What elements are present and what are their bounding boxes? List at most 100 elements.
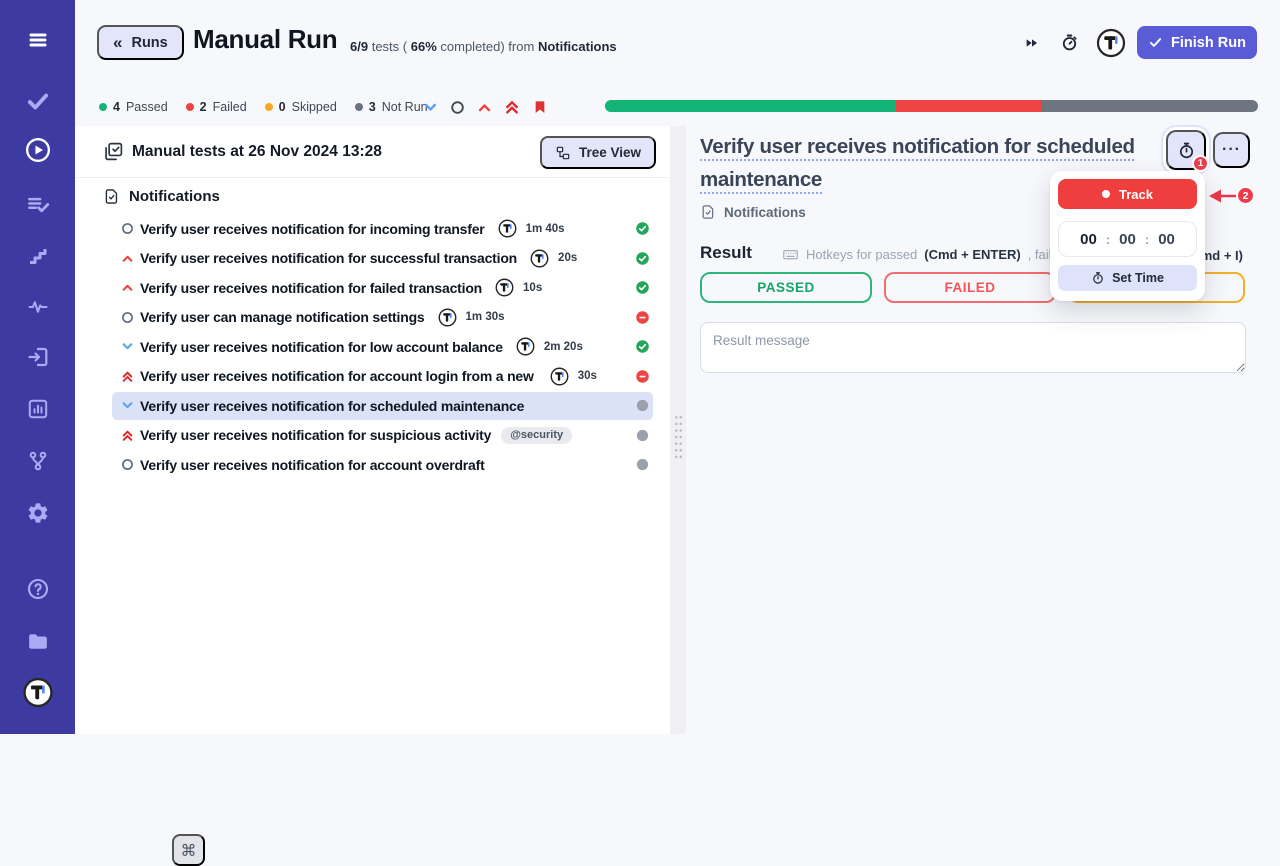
more-options-button[interactable]: ···: [1213, 132, 1250, 168]
test-duration: 1m 30s: [466, 311, 505, 323]
test-row-selected[interactable]: Verify user receives notification for sc…: [75, 391, 670, 421]
filter-priority-low-icon[interactable]: [423, 100, 438, 115]
test-title: Verify user receives notification for su…: [140, 250, 517, 266]
test-row[interactable]: Verify user can manage notification sett…: [75, 303, 670, 333]
panel-resize-divider[interactable]: [670, 126, 686, 734]
sidebar-item-branches[interactable]: [26, 449, 50, 473]
counter-failed[interactable]: 2 Failed: [186, 100, 247, 114]
test-row[interactable]: Verify user receives notification for lo…: [75, 332, 670, 362]
filter-bookmark-icon[interactable]: [532, 99, 548, 115]
run-panel-title: Manual tests at 26 Nov 2024 13:28: [132, 143, 382, 161]
record-dot-icon: [1102, 190, 1110, 198]
bar-chart-icon: [26, 397, 50, 421]
run-panel-header: Manual tests at 26 Nov 2024 13:28 Tree V…: [75, 126, 670, 178]
detail-suite-name: Notifications: [724, 205, 806, 220]
failed-label: Failed: [213, 100, 247, 114]
sidebar-item-pulse[interactable]: [26, 294, 50, 318]
notrun-count: 3: [369, 100, 376, 114]
keyboard-icon: [782, 246, 799, 263]
sidebar-item-analytics[interactable]: [26, 397, 50, 421]
stats-text: tests (: [372, 39, 407, 54]
sidebar-item-import[interactable]: [26, 345, 50, 369]
page-title: Manual Run: [193, 24, 337, 55]
failed-button[interactable]: FAILED: [884, 272, 1056, 303]
tree-view-button[interactable]: Tree View: [540, 136, 656, 169]
skipped-label: Skipped: [292, 100, 337, 114]
counter-passed[interactable]: 4 Passed: [99, 100, 168, 114]
timer-popup: Track 00 : 00 : 00 Set Time: [1050, 171, 1205, 301]
counter-skipped[interactable]: 0 Skipped: [265, 100, 337, 114]
skipped-dot-icon: [265, 103, 273, 111]
brand-logo-icon[interactable]: [22, 677, 53, 708]
hotkeys-text: Hotkeys for passed: [806, 247, 917, 262]
progress-notrun-segment: [1041, 100, 1258, 112]
time-minutes[interactable]: 00: [1119, 231, 1136, 248]
filter-priority-none-icon[interactable]: [450, 100, 465, 115]
track-button[interactable]: Track: [1058, 179, 1197, 209]
drag-handle-icon: [674, 414, 683, 460]
notrun-label: Not Run: [382, 100, 428, 114]
filter-priority-highest-icon[interactable]: [504, 99, 520, 115]
sidebar-item-steps[interactable]: [26, 243, 50, 267]
clipboard-check-icon: [103, 141, 124, 162]
passed-label: Passed: [126, 100, 168, 114]
finish-run-button[interactable]: Finish Run: [1137, 26, 1257, 59]
progress-failed-segment: [896, 100, 1041, 112]
priority-high-icon: [121, 281, 134, 294]
test-duration: 30s: [578, 370, 597, 382]
hotkeys-hint: Hotkeys for passed (Cmd + ENTER) , faile…: [782, 246, 1066, 263]
testomat-logo-icon: [438, 308, 457, 327]
timer-history-icon[interactable]: [1060, 33, 1079, 52]
test-row[interactable]: Verify user receives notification for in…: [75, 214, 670, 244]
sidebar-item-help[interactable]: [26, 577, 50, 601]
test-title: Verify user receives notification for sc…: [140, 398, 524, 414]
time-input[interactable]: 00 : 00 : 00: [1058, 221, 1197, 257]
sidebar-item-tests[interactable]: [25, 88, 51, 114]
status-notrun-icon: [635, 457, 650, 472]
time-seconds[interactable]: 00: [1158, 231, 1175, 248]
sidebar-item-runs[interactable]: [24, 136, 52, 164]
notrun-dot-icon: [355, 103, 363, 111]
result-message-input[interactable]: [700, 322, 1246, 373]
test-row[interactable]: Verify user receives notification for su…: [75, 421, 670, 451]
app-logo-icon[interactable]: [1096, 28, 1126, 58]
hotkeys-command-button[interactable]: ⌘: [172, 834, 205, 866]
detail-suite-breadcrumb[interactable]: Notifications: [700, 204, 806, 220]
import-icon: [26, 345, 50, 369]
test-title: Verify user receives notification for in…: [140, 221, 485, 237]
fast-forward-icon[interactable]: [1024, 35, 1040, 51]
status-failed-icon: [635, 369, 650, 384]
passed-button[interactable]: PASSED: [700, 272, 872, 303]
tree-view-label: Tree View: [579, 145, 641, 160]
list-check-icon: [25, 191, 51, 217]
time-hours[interactable]: 00: [1080, 231, 1097, 248]
finish-run-label: Finish Run: [1171, 35, 1246, 51]
chevron-double-left-icon: «: [113, 33, 122, 53]
sidebar-item-plans[interactable]: [25, 191, 51, 217]
test-row[interactable]: Verify user receives notification for su…: [75, 244, 670, 274]
filter-priority-high-icon[interactable]: [477, 100, 492, 115]
test-row[interactable]: Verify user receives notification for fa…: [75, 273, 670, 303]
set-time-button[interactable]: Set Time: [1058, 265, 1197, 291]
status-notrun-icon: [635, 398, 650, 413]
menu-icon[interactable]: [26, 28, 50, 52]
back-to-runs-button[interactable]: « Runs: [97, 25, 184, 60]
counter-notrun[interactable]: 3 Not Run: [355, 100, 428, 114]
test-title: Verify user receives notification for fa…: [140, 280, 482, 296]
test-row[interactable]: Verify user receives notification for ac…: [75, 450, 670, 480]
test-tag: @security: [501, 427, 572, 444]
status-notrun-icon: [635, 428, 650, 443]
status-counters: 4 Passed 2 Failed 0 Skipped 3 Not Run: [99, 100, 428, 114]
git-branch-icon: [26, 449, 50, 473]
sidebar-item-settings[interactable]: [26, 501, 50, 525]
suite-header[interactable]: Notifications: [103, 188, 220, 205]
stats-suite: Notifications: [538, 39, 617, 54]
result-heading: Result: [700, 243, 752, 263]
file-check-icon: [700, 204, 716, 220]
stats-text2: completed) from: [440, 39, 534, 54]
stats-ratio: 6/9: [350, 39, 368, 54]
stopwatch-gear-icon: [1091, 271, 1105, 285]
test-row[interactable]: Verify user receives notification for ac…: [75, 362, 670, 392]
sidebar-item-projects[interactable]: [25, 629, 50, 654]
test-title: Verify user can manage notification sett…: [140, 309, 425, 325]
